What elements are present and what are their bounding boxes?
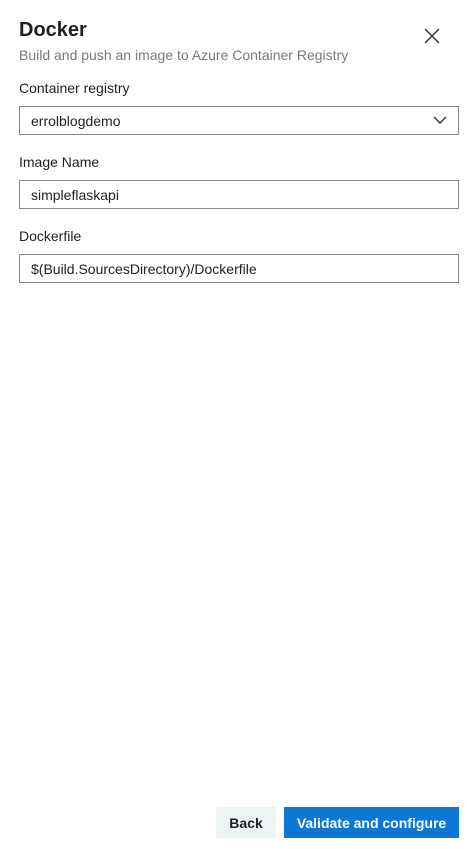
image-name-label: Image Name <box>19 154 100 170</box>
panel-title: Docker <box>19 19 87 41</box>
panel-subtitle: Build and push an image to Azure Contain… <box>19 47 349 63</box>
panel-header: Docker Build and push an image to Azure … <box>19 17 416 64</box>
container-registry-value: errolblogdemo <box>31 113 121 129</box>
docker-task-panel: Docker Build and push an image to Azure … <box>0 0 476 849</box>
chevron-down-icon <box>433 116 447 124</box>
dockerfile-path-input[interactable] <box>19 254 459 283</box>
close-button[interactable] <box>418 22 446 50</box>
validate-and-configure-button[interactable]: Validate and configure <box>284 807 459 838</box>
dockerfile-label: Dockerfile <box>19 228 82 244</box>
close-icon <box>424 28 440 44</box>
image-name-input[interactable] <box>19 180 459 209</box>
back-button[interactable]: Back <box>216 807 276 838</box>
container-registry-label: Container registry <box>19 80 130 96</box>
container-registry-select[interactable]: errolblogdemo <box>19 106 459 135</box>
